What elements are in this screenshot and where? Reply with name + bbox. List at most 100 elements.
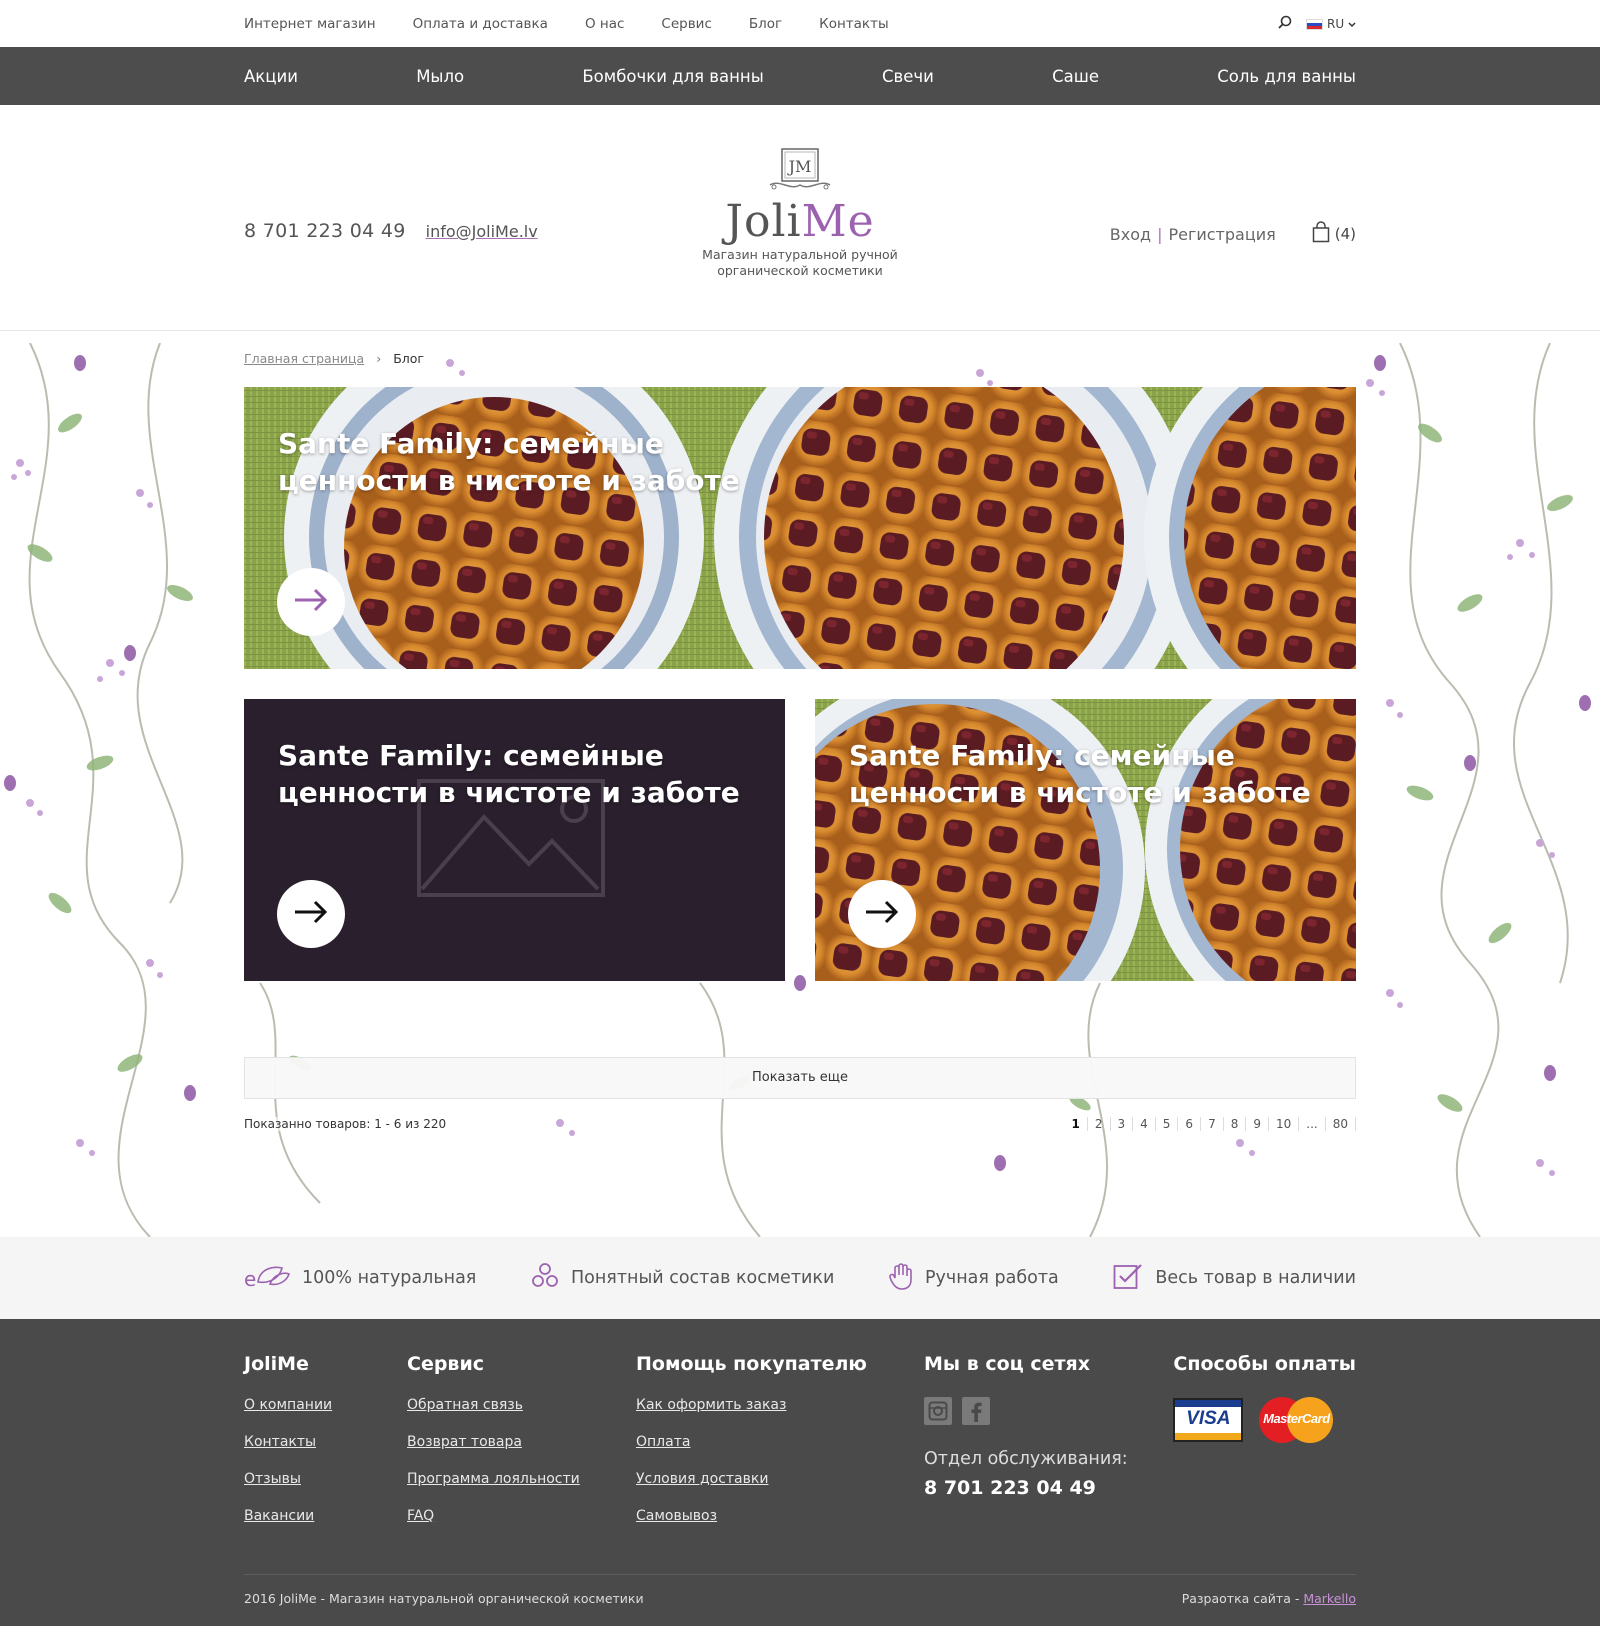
category-bath-bombs[interactable]: Бомбочки для ванны: [582, 67, 763, 86]
blog-post-read-button[interactable]: [277, 880, 345, 948]
top-nav-payment[interactable]: Оплата и доставка: [413, 16, 548, 32]
footer-col-company: JoliMe О компании Контакты Отзывы Ваканс…: [244, 1353, 332, 1545]
arrow-right-icon: [293, 588, 329, 616]
pagination: 1 2 3 4 5 6 7 8 9 10 ... 80: [1065, 1117, 1356, 1131]
top-nav-shop[interactable]: Интернет магазин: [244, 16, 376, 32]
svg-text:e: e: [244, 1267, 256, 1290]
feature-item: Ручная работа: [889, 1262, 1059, 1295]
facebook-icon[interactable]: [962, 1397, 990, 1425]
feature-label: 100% натуральная: [302, 1268, 477, 1288]
page-link[interactable]: 3: [1111, 1117, 1134, 1131]
shopping-bag-icon: [1312, 221, 1330, 247]
page-link[interactable]: 6: [1178, 1117, 1202, 1131]
header-phone[interactable]: 8 701 223 04 49: [244, 220, 406, 242]
arrow-right-icon: [293, 900, 329, 928]
footer-col-social: Мы в соц сетях Отдел обслуживания: 8 701…: [924, 1353, 1128, 1499]
show-more-button[interactable]: Показать еще: [244, 1057, 1356, 1099]
service-phone[interactable]: 8 701 223 04 49: [924, 1477, 1128, 1499]
breadcrumb-home[interactable]: Главная страница: [244, 351, 364, 387]
developer-label: Разраотка сайта -: [1181, 1591, 1300, 1606]
page-link[interactable]: 4: [1133, 1117, 1156, 1131]
breadcrumb-separator: ›: [376, 351, 382, 366]
search-icon[interactable]: [1278, 15, 1292, 32]
category-candles[interactable]: Свечи: [882, 67, 934, 86]
footer-link[interactable]: Отзывы: [244, 1471, 332, 1487]
molecule-icon: [531, 1262, 559, 1295]
page-link[interactable]: 1: [1065, 1117, 1088, 1131]
footer-col-payment: Способы оплаты VISA MasterCard: [1173, 1353, 1356, 1443]
blog-post-read-button[interactable]: [277, 568, 345, 636]
footer-link[interactable]: Обратная связь: [407, 1397, 580, 1413]
top-nav: Интернет магазин Оплата и доставка О нас…: [244, 16, 889, 32]
logo-name-first: Joli: [725, 196, 802, 247]
site-header: 8 701 223 04 49 info@JoliMe.lv JM JoliMe…: [0, 105, 1600, 331]
footer-col-service: Сервис Обратная связь Возврат товара Про…: [407, 1353, 580, 1545]
category-bath-salt[interactable]: Соль для ванны: [1217, 67, 1356, 86]
footer-bottom: 2016 JoliMe - Магазин натуральной органи…: [244, 1574, 1356, 1606]
feature-item: Весь товар в наличии: [1113, 1262, 1356, 1295]
chevron-down-icon: [1348, 17, 1356, 31]
visa-logo: VISA: [1173, 1398, 1244, 1442]
footer-heading: Способы оплаты: [1173, 1353, 1356, 1375]
footer-link[interactable]: Возврат товара: [407, 1434, 580, 1450]
header-email[interactable]: info@JoliMe.lv: [426, 222, 538, 241]
footer-link[interactable]: Вакансии: [244, 1508, 332, 1524]
top-nav-blog[interactable]: Блог: [749, 16, 782, 32]
page-link[interactable]: 8: [1224, 1117, 1247, 1131]
language-label: RU: [1327, 16, 1345, 31]
blog-post-read-button[interactable]: [848, 880, 916, 948]
blog-post-title[interactable]: Sante Family: семейные ценности в чистот…: [849, 737, 1329, 811]
cart-count: (4): [1334, 225, 1356, 243]
page-link[interactable]: 9: [1246, 1117, 1269, 1131]
page-link[interactable]: 5: [1156, 1117, 1179, 1131]
hand-icon: [889, 1262, 913, 1295]
category-soap[interactable]: Мыло: [416, 67, 464, 86]
main-content: Главная страница › Блог Sante Family: се…: [0, 331, 1600, 1237]
top-nav-service[interactable]: Сервис: [661, 16, 711, 32]
footer-link[interactable]: Оплата: [636, 1434, 867, 1450]
footer-link[interactable]: FAQ: [407, 1508, 580, 1524]
category-promos[interactable]: Акции: [244, 67, 298, 86]
logo[interactable]: JM JoliMe Магазин натуральной ручной орг…: [700, 145, 900, 279]
auth-separator: |: [1157, 224, 1163, 244]
language-select[interactable]: RU: [1306, 17, 1356, 31]
blog-post-title[interactable]: Sante Family: семейные ценности в чистот…: [278, 737, 758, 811]
footer-heading: JoliMe: [244, 1353, 309, 1375]
top-nav-about[interactable]: О нас: [585, 16, 624, 32]
footer-link[interactable]: Как оформить заказ: [636, 1397, 867, 1413]
page-link[interactable]: 80: [1326, 1117, 1356, 1131]
cart-button[interactable]: (4): [1312, 221, 1356, 247]
footer-link[interactable]: Программа лояльности: [407, 1471, 580, 1487]
footer-link[interactable]: О компании: [244, 1397, 332, 1413]
breadcrumb-current: Блог: [393, 351, 424, 366]
features-strip: e 100% натуральная Понятный состав косме…: [0, 1237, 1600, 1319]
eco-leaf-icon: e: [244, 1262, 290, 1295]
instagram-icon[interactable]: [924, 1397, 952, 1425]
developer-link[interactable]: Markello: [1303, 1591, 1356, 1606]
footer-link[interactable]: Контакты: [244, 1434, 332, 1450]
blog-post-title[interactable]: Sante Family: семейные ценности в чистот…: [278, 425, 758, 499]
service-department-label: Отдел обслуживания:: [924, 1449, 1128, 1469]
top-bar: Интернет магазин Оплата и доставка О нас…: [0, 0, 1600, 47]
category-sachets[interactable]: Саше: [1052, 67, 1099, 86]
logo-name-second: Me: [801, 196, 875, 247]
logo-name: JoliMe: [700, 199, 900, 245]
login-link[interactable]: Вход: [1110, 225, 1151, 244]
feature-item: e 100% натуральная: [244, 1262, 476, 1295]
footer-link[interactable]: Самовывоз: [636, 1508, 867, 1524]
blog-post-card[interactable]: Sante Family: семейные ценности в чистот…: [244, 387, 1356, 669]
feature-label: Весь товар в наличии: [1155, 1268, 1356, 1288]
blog-post-card[interactable]: Sante Family: семейные ценности в чистот…: [815, 699, 1356, 981]
feature-label: Понятный состав косметики: [570, 1268, 835, 1288]
page-link[interactable]: 7: [1201, 1117, 1224, 1131]
arrow-right-icon: [864, 900, 900, 928]
top-nav-contacts[interactable]: Контакты: [819, 16, 888, 32]
page-link[interactable]: 10: [1269, 1117, 1300, 1131]
register-link[interactable]: Регистрация: [1168, 225, 1275, 244]
russia-flag-icon: [1306, 18, 1324, 30]
footer-link[interactable]: Условия доставки: [636, 1471, 867, 1487]
page-link[interactable]: 2: [1088, 1117, 1111, 1131]
blog-post-card[interactable]: Sante Family: семейные ценности в чистот…: [244, 699, 785, 981]
feature-label: Ручная работа: [924, 1268, 1059, 1288]
items-counter: Показанно товаров: 1 - 6 из 220: [244, 1117, 447, 1131]
